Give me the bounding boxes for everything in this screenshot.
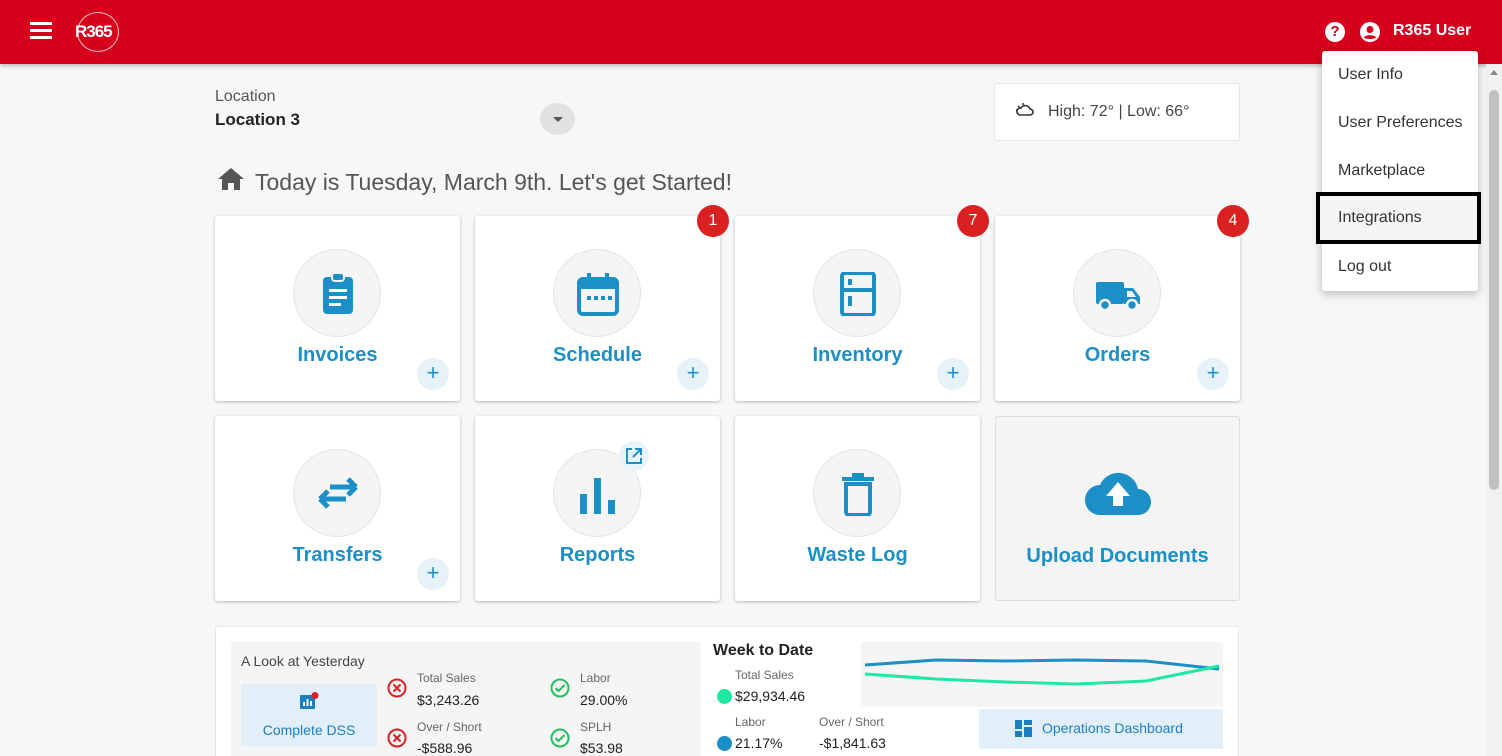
metric-label-labor: Labor (580, 671, 611, 685)
week-trend-sparkline (861, 642, 1223, 707)
tile-icon-circle (553, 249, 641, 337)
cloud-upload-icon (1085, 472, 1151, 515)
metric-value-over-short: -$588.96 (417, 740, 473, 756)
metric-value-splh: $53.98 (580, 740, 623, 756)
scroll-up-arrow-icon[interactable] (1490, 70, 1498, 75)
tile-waste-log[interactable]: Waste Log (735, 416, 980, 601)
tile-schedule[interactable]: Schedule + (475, 216, 720, 401)
menu-item-user-info[interactable]: User Info (1322, 51, 1478, 99)
tile-icon-circle (813, 249, 901, 337)
operations-dashboard-button[interactable]: Operations Dashboard (979, 709, 1223, 749)
wtd-labor-label: Labor (735, 715, 766, 729)
tile-inventory[interactable]: Inventory + (735, 216, 980, 401)
labor-legend-dot (717, 736, 732, 751)
tile-label: Waste Log (807, 544, 908, 566)
metric-label-over-short: Over / Short (417, 720, 482, 734)
inventory-count-badge: 7 (957, 205, 989, 237)
location-value[interactable]: Location 3 (215, 110, 300, 130)
yesterday-title: A Look at Yesterday (241, 653, 365, 669)
report-chart-icon (300, 692, 319, 709)
add-invoice-button[interactable]: + (417, 358, 449, 390)
tile-transfers[interactable]: Transfers + (215, 416, 460, 601)
check-circle-icon (550, 678, 570, 698)
scroll-thumb[interactable] (1489, 90, 1499, 490)
tile-icon-circle (293, 249, 381, 337)
schedule-count-badge: 1 (697, 205, 729, 237)
logo-text: R365 (75, 22, 113, 41)
user-menu-button[interactable]: R365 User (1393, 22, 1471, 40)
tile-invoices[interactable]: Invoices + (215, 216, 460, 401)
trash-icon (842, 473, 874, 516)
swap-arrows-icon (318, 477, 358, 509)
operations-dashboard-label: Operations Dashboard (1042, 720, 1183, 736)
complete-dss-button[interactable]: Complete DSS (241, 684, 377, 746)
dashboard-icon (1015, 720, 1032, 737)
account-circle-icon[interactable] (1360, 22, 1380, 42)
menu-icon[interactable] (30, 22, 52, 42)
wtd-over-short-value: -$1,841.63 (819, 735, 886, 751)
metric-value-total-sales: $3,243.26 (417, 692, 480, 708)
tile-icon-circle (1073, 249, 1161, 337)
yesterday-section: A Look at Yesterday Complete DSS Total S… (231, 642, 701, 756)
tile-label: Upload Documents (1026, 545, 1209, 567)
menu-item-user-preferences[interactable]: User Preferences (1322, 99, 1478, 147)
add-inventory-button[interactable]: + (937, 358, 969, 390)
error-circle-icon (387, 678, 407, 698)
metric-value-labor: 29.00% (580, 692, 628, 708)
complete-dss-label: Complete DSS (262, 722, 356, 738)
wtd-over-short-label: Over / Short (819, 715, 884, 729)
fridge-icon (840, 272, 876, 316)
r365-logo[interactable]: R365 (75, 12, 119, 52)
tile-icon-circle (293, 449, 381, 537)
menu-item-integrations[interactable]: Integrations (1316, 192, 1481, 244)
tile-label: Reports (559, 544, 636, 566)
home-icon (218, 168, 244, 190)
error-circle-icon (387, 728, 407, 748)
user-dropdown-menu: User Info User Preferences Marketplace I… (1316, 51, 1481, 291)
cloud-sun-icon (1016, 103, 1034, 116)
greeting-text: Today is Tuesday, March 9th. Let's get S… (255, 169, 732, 195)
weather-text: High: 72° | Low: 66° (1048, 103, 1190, 120)
sales-legend-dot (717, 689, 732, 704)
add-schedule-button[interactable]: + (677, 358, 709, 390)
orders-count-badge: 4 (1217, 205, 1249, 237)
summary-panel: A Look at Yesterday Complete DSS Total S… (215, 626, 1239, 756)
tile-icon-circle (813, 449, 901, 537)
wtd-total-sales-label: Total Sales (735, 668, 794, 682)
truck-icon (1096, 282, 1140, 312)
help-icon[interactable]: ? (1325, 22, 1345, 42)
add-transfer-button[interactable]: + (417, 558, 449, 590)
calendar-icon (577, 273, 619, 316)
wtd-labor-value: 21.17% (735, 735, 783, 751)
menu-item-marketplace[interactable]: Marketplace (1322, 147, 1478, 195)
tile-upload-documents[interactable]: Upload Documents (995, 416, 1240, 601)
metric-label-splh: SPLH (580, 720, 612, 734)
check-circle-icon (550, 728, 570, 748)
top-app-bar: R365 ? R365 User (0, 0, 1502, 64)
menu-item-log-out[interactable]: Log out (1322, 243, 1478, 291)
page-scrollbar[interactable] (1486, 64, 1502, 756)
tile-reports[interactable]: Reports (475, 416, 720, 601)
bar-chart-icon (580, 478, 615, 514)
add-order-button[interactable]: + (1197, 358, 1229, 390)
open-external-icon[interactable] (619, 441, 649, 471)
clipboard-icon (323, 272, 353, 314)
location-dropdown-button[interactable] (540, 103, 575, 135)
wtd-total-sales-value: $29,934.46 (735, 688, 806, 704)
weather-card: High: 72° | Low: 66° (994, 83, 1240, 141)
metric-label-total-sales: Total Sales (417, 671, 476, 685)
week-to-date-title: Week to Date (713, 642, 814, 659)
location-label: Location (215, 88, 276, 105)
tile-orders[interactable]: Orders + (995, 216, 1240, 401)
